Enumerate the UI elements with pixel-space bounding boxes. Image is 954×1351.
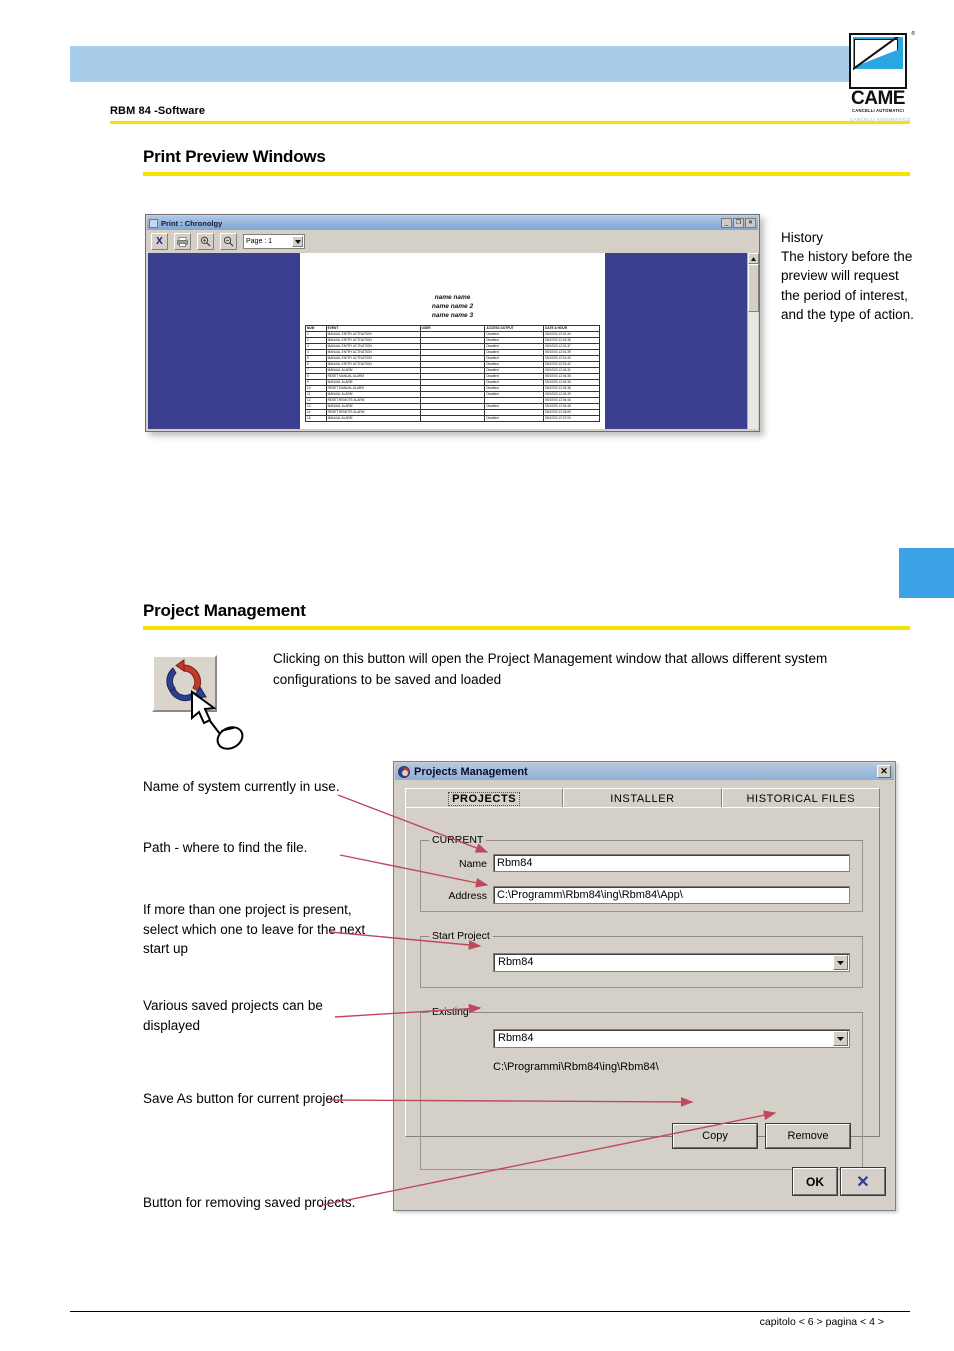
current-group-legend: CURRENT [429,834,487,846]
name-input[interactable]: Rbm84 [493,854,850,872]
tab-historical-files-label: HISTORICAL FILES [746,792,856,805]
document-label: RBM 84 -Software [110,105,206,117]
existing-project-value: Rbm84 [498,1032,534,1044]
restore-button[interactable]: ❐ [733,218,744,228]
dialog-body: PROJECTS INSTALLER HISTORICAL FILES CURR… [395,780,894,1209]
footer-text: capitolo < 6 > pagina < 4 > [759,1316,884,1328]
print-preview-title: Print : Chronolgy [161,218,223,228]
close-preview-button[interactable]: X [151,233,168,250]
section-rule-project-management [143,626,910,630]
existing-project-select[interactable]: Rbm84 [493,1029,850,1048]
start-project-legend: Start Project [429,930,493,942]
ok-button[interactable]: OK [792,1167,838,1196]
dialog-close-button[interactable]: ✕ [877,765,891,778]
dialog-tabstrip: PROJECTS INSTALLER HISTORICAL FILES [405,788,880,808]
zoom-out-button[interactable] [220,233,237,250]
table-row: 15 MANUAL ALARM Disabled 05/10/03 12:07:00 [305,415,600,422]
header-blue-band [70,46,870,82]
logo-mark [849,33,907,89]
annotation-start-project: If more than one project is present, sel… [143,902,366,956]
annotation-name-of-system: Name of system currently in use. [143,779,340,794]
chapter-tab-marker [899,548,954,598]
start-project-value: Rbm84 [498,956,534,968]
preview-event-table: NUM EVENT USER ACCESS OUTPUT DATE & HOUR 1 MA… [305,325,600,422]
dialog-title: Projects Management [414,765,528,778]
dialog-app-icon [398,765,410,778]
preview-title-1: name name [434,294,471,301]
app-icon [149,218,158,228]
chevron-down-icon[interactable] [292,236,303,247]
annotation-remove: Button for removing saved projects. [143,1195,356,1210]
copy-button[interactable]: Copy [672,1123,758,1149]
existing-group: Existing Rbm84 C:\Programmi\Rbm84\ing\Rb… [420,1006,863,1170]
preview-title-2: name name 2 [431,303,474,310]
section-rule-print-preview [143,172,910,176]
tab-installer-label: INSTALLER [610,792,675,805]
address-label: Address [448,890,487,902]
section-title-project-management: Project Management [143,601,306,620]
table-cell: 15 [305,415,327,422]
annotation-existing-projects: Various saved projects can be displayed [143,998,323,1033]
start-project-select[interactable]: Rbm84 [493,953,850,972]
table-cell: MANUAL ALARM [325,415,421,422]
print-preview-toolbar: X Page : 1 [147,231,758,252]
annotation-save-as: Save As button for current project [143,1091,344,1106]
zoom-in-icon [200,236,211,247]
scroll-up-button[interactable] [748,253,759,264]
minimize-button[interactable]: _ [721,218,732,228]
print-preview-canvas: name name name name 2 name name 3 NUM EVE… [148,253,747,429]
table-cell: Disabled [484,415,545,422]
zoom-out-icon [223,236,234,247]
close-button[interactable]: ✕ [745,218,756,228]
preview-title-3: name name 3 [431,312,474,319]
project-management-description: Clicking on this button will open the Pr… [273,651,828,687]
came-logo: ® CAME CANCELLI AUTOMATICI CANCELLI AUTO… [849,31,915,122]
print-icon [177,236,188,247]
logo-trademark-icon: ® [911,31,915,37]
logo-wordmark: CAME [851,88,905,109]
zoom-in-button[interactable] [197,233,214,250]
window-buttons: _ ❐ ✕ [721,218,756,228]
chevron-down-icon[interactable] [833,955,848,970]
preview-scrollbar[interactable] [747,253,759,429]
tab-installer[interactable]: INSTALLER [563,788,722,808]
table-cell: 05/10/03 12:07:00 [543,415,600,422]
logo-diagonal [853,37,903,87]
remove-button[interactable]: Remove [765,1123,851,1149]
scroll-thumb[interactable] [748,264,759,312]
close-x-icon: X [156,236,163,247]
chevron-down-icon[interactable] [833,1031,848,1046]
mouse-cursor-illustration [190,690,262,750]
history-note: History The history before the preview w… [781,230,914,322]
print-button[interactable] [174,233,191,250]
page-select[interactable]: Page : 1 [243,234,305,249]
page-select-value: Page : 1 [246,238,273,245]
page-title: Print Preview Windows [143,147,326,166]
start-project-group: Start Project Rbm84 [420,930,863,988]
dialog-titlebar[interactable]: Projects Management ✕ [395,763,894,780]
projects-management-dialog: Projects Management ✕ PROJECTS INSTALLER… [393,761,896,1211]
tab-projects-label: PROJECTS [448,791,521,806]
existing-legend: Existing [429,1006,472,1018]
cancel-button[interactable]: ✕ [840,1167,886,1196]
annotation-path: Path - where to find the file. [143,840,308,855]
print-preview-window: Print : Chronolgy _ ❐ ✕ X Page : 1 name … [145,214,760,432]
existing-project-path: C:\Programmi\Rbm84\ing\Rbm84\ [493,1061,659,1073]
table-cell [419,415,486,422]
logo-tagline: CANCELLI AUTOMATICI [852,108,904,113]
tab-projects[interactable]: PROJECTS [405,788,564,808]
header-rule [110,121,910,124]
tab-historical-files[interactable]: HISTORICAL FILES [721,788,880,808]
tab-panel-projects: CURRENT Name Rbm84 Address C:\Programm\R… [405,807,880,1170]
preview-doc-titles: name name name name 2 name name 3 [300,253,605,320]
current-group: CURRENT Name Rbm84 Address C:\Programm\R… [420,834,863,912]
name-label: Name [458,858,487,870]
address-input[interactable]: C:\Programm\Rbm84\ing\Rbm84\App\ [493,886,850,904]
print-preview-titlebar[interactable]: Print : Chronolgy _ ❐ ✕ [147,216,758,230]
preview-page-sheet: name name name name 2 name name 3 NUM EVE… [300,253,605,429]
footer-rule [70,1311,910,1312]
